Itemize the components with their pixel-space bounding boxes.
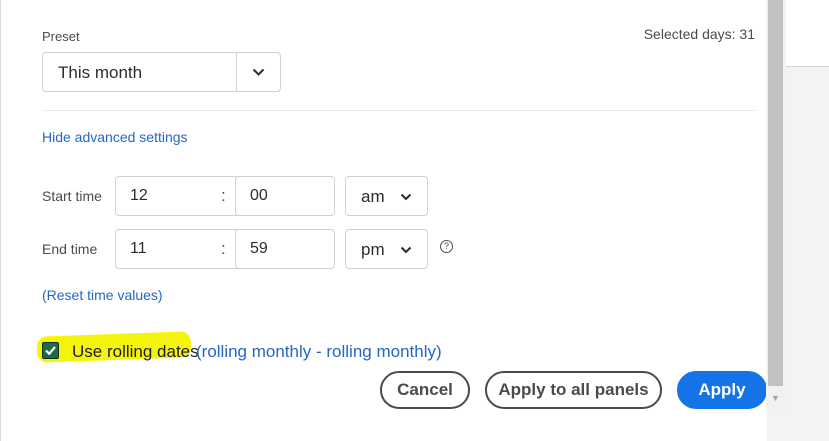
time-separator: : xyxy=(221,239,226,258)
end-period-value: pm xyxy=(361,240,385,259)
cancel-button[interactable]: Cancel xyxy=(380,371,470,409)
chevron-down-icon xyxy=(252,68,265,76)
checkmark-icon xyxy=(45,346,56,356)
end-time-label: End time xyxy=(42,241,98,257)
date-range-panel: Preset Selected days: 31 This month Hide… xyxy=(0,0,767,441)
reset-time-values-link[interactable]: (Reset time values) xyxy=(42,287,163,303)
preset-label: Preset xyxy=(42,29,80,44)
start-minute-value: 00 xyxy=(250,187,268,204)
end-minute-value: 59 xyxy=(250,240,268,257)
start-hour-value: 12 xyxy=(130,187,148,204)
end-period-select[interactable]: pm xyxy=(345,229,428,269)
time-separator: : xyxy=(221,186,226,205)
rolling-dates-description: (rolling monthly - rolling monthly) xyxy=(196,342,442,361)
start-period-value: am xyxy=(361,187,385,206)
hide-advanced-settings-link[interactable]: Hide advanced settings xyxy=(42,129,188,145)
scrollbar-thumb[interactable] xyxy=(768,0,783,386)
start-period-select[interactable]: am xyxy=(345,176,428,216)
selected-days-text: Selected days: 31 xyxy=(643,26,755,42)
start-time-label: Start time xyxy=(42,188,102,204)
start-minute-input[interactable]: 00 xyxy=(235,176,335,216)
rolling-dates-checkbox[interactable] xyxy=(42,342,59,359)
background-page-divider xyxy=(786,66,829,67)
chevron-down-icon xyxy=(400,193,412,201)
preset-combobox[interactable]: This month xyxy=(42,52,281,92)
chevron-down-icon xyxy=(400,246,412,254)
background-page-strip xyxy=(786,0,829,66)
section-divider xyxy=(42,110,756,111)
apply-button[interactable]: Apply xyxy=(677,371,767,409)
preset-dropdown-button[interactable] xyxy=(236,53,280,91)
preset-value: This month xyxy=(58,63,143,82)
help-icon[interactable]: ? xyxy=(440,240,453,253)
rolling-dates-label[interactable]: Use rolling dates xyxy=(72,342,199,362)
end-minute-input[interactable]: 59 xyxy=(235,229,335,269)
scroll-down-arrow-icon[interactable]: ▼ xyxy=(768,390,783,406)
end-hour-value: 11 xyxy=(130,240,147,257)
apply-to-all-panels-button[interactable]: Apply to all panels xyxy=(485,371,662,409)
